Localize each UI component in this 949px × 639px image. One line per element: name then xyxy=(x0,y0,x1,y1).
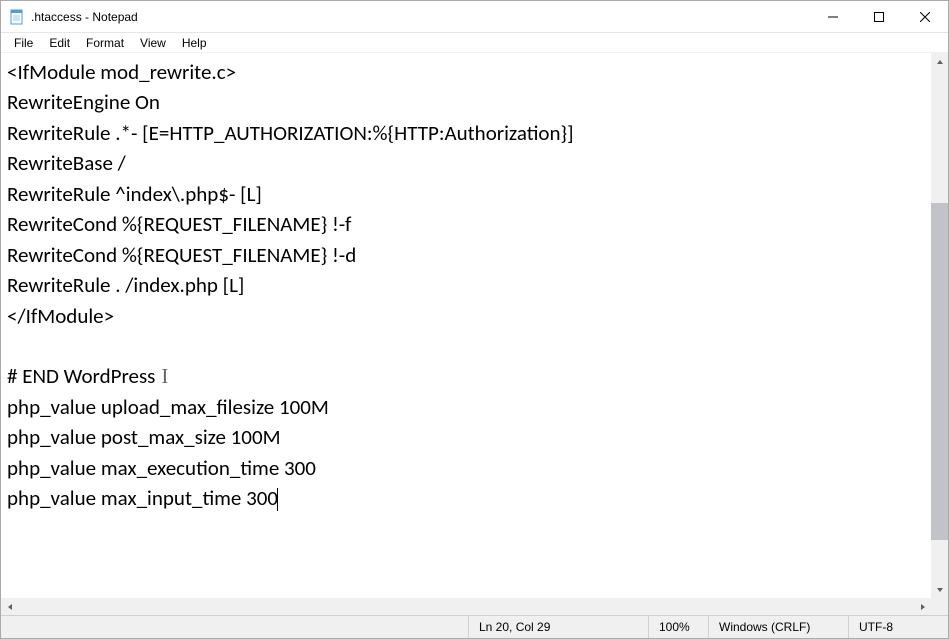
editor-line: <IfModule mod_rewrite.c> xyxy=(7,57,925,87)
vertical-scroll-thumb[interactable] xyxy=(931,203,948,540)
scroll-down-arrow-icon[interactable] xyxy=(931,581,948,598)
menu-help[interactable]: Help xyxy=(175,34,214,52)
minimize-button[interactable] xyxy=(810,1,856,32)
editor-line: php_value max_input_time 300 xyxy=(7,483,925,513)
editor-line: RewriteCond %{REQUEST_FILENAME} !-f xyxy=(7,209,925,239)
menu-file[interactable]: File xyxy=(7,34,40,52)
caret xyxy=(277,488,278,511)
scrollbar-corner xyxy=(931,598,948,615)
maximize-button[interactable] xyxy=(856,1,902,32)
text-cursor-icon: I xyxy=(161,361,168,391)
editor-line: RewriteRule . /index.php [L] xyxy=(7,270,925,300)
status-position: Ln 20, Col 29 xyxy=(468,616,648,638)
editor-line: RewriteCond %{REQUEST_FILENAME} !-d xyxy=(7,240,925,270)
statusbar: Ln 20, Col 29 100% Windows (CRLF) UTF-8 xyxy=(1,615,948,638)
editor-line: RewriteBase / xyxy=(7,148,925,178)
scroll-up-arrow-icon[interactable] xyxy=(931,53,948,70)
text-editor[interactable]: <IfModule mod_rewrite.c>RewriteEngine On… xyxy=(1,53,931,598)
scroll-right-arrow-icon[interactable] xyxy=(914,598,931,615)
window-title: .htaccess - Notepad xyxy=(31,10,138,24)
editor-line xyxy=(7,331,925,361)
editor-line: php_value upload_max_filesize 100M xyxy=(7,392,925,422)
status-line-endings: Windows (CRLF) xyxy=(708,616,848,638)
editor-line: php_value max_execution_time 300 xyxy=(7,453,925,483)
vertical-scroll-track[interactable] xyxy=(931,70,948,581)
horizontal-scroll-thumb[interactable] xyxy=(18,598,914,615)
editor-line: RewriteRule .*- [E=HTTP_AUTHORIZATION:%{… xyxy=(7,118,925,148)
editor-line: RewriteRule ^index\.php$- [L] xyxy=(7,179,925,209)
editor-line: # END WordPressI xyxy=(7,361,925,391)
vertical-scrollbar[interactable] xyxy=(931,53,948,598)
window-controls xyxy=(810,1,948,32)
menubar: File Edit Format View Help xyxy=(1,33,948,53)
editor-line: </IfModule> xyxy=(7,301,925,331)
horizontal-scroll-track[interactable] xyxy=(18,598,914,615)
close-button[interactable] xyxy=(902,1,948,32)
editor-line: php_value post_max_size 100M xyxy=(7,422,925,452)
menu-format[interactable]: Format xyxy=(79,34,131,52)
titlebar: .htaccess - Notepad xyxy=(1,1,948,33)
menu-edit[interactable]: Edit xyxy=(42,34,77,52)
status-zoom: 100% xyxy=(648,616,708,638)
menu-view[interactable]: View xyxy=(133,34,173,52)
editor-line: RewriteEngine On xyxy=(7,87,925,117)
status-encoding: UTF-8 xyxy=(848,616,948,638)
notepad-icon xyxy=(9,9,25,25)
horizontal-scrollbar[interactable] xyxy=(1,598,948,615)
scroll-left-arrow-icon[interactable] xyxy=(1,598,18,615)
content-area: <IfModule mod_rewrite.c>RewriteEngine On… xyxy=(1,53,948,615)
